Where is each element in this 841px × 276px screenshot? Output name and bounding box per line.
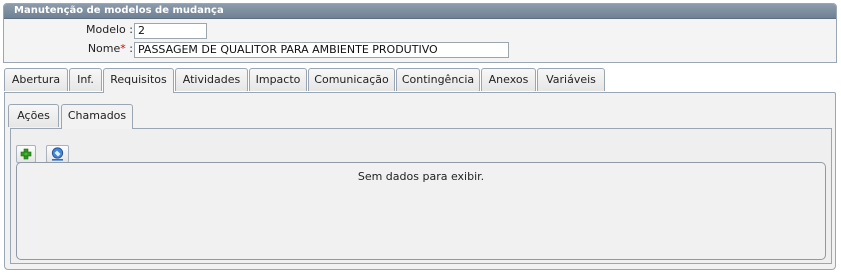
add-icon xyxy=(20,148,32,160)
subtab-acoes[interactable]: Ações xyxy=(8,104,59,127)
panel-title: Manutenção de modelos de mudança xyxy=(4,4,836,19)
tab-comunicacao[interactable]: Comunicação xyxy=(308,68,395,91)
modelo-field[interactable]: 2 xyxy=(134,23,207,39)
tab-inf[interactable]: Inf. xyxy=(69,68,102,91)
empty-grid-message: Sem dados para exibir. xyxy=(357,170,485,183)
tab-impacto[interactable]: Impacto xyxy=(249,68,307,91)
link-icon xyxy=(51,147,64,161)
model-maintenance-panel: Manutenção de modelos de mudança Modelo … xyxy=(3,3,837,63)
nome-field[interactable]: PASSAGEM DE QUALITOR PARA AMBIENTE PRODU… xyxy=(134,42,509,58)
modelo-row: Modelo : xyxy=(4,22,133,38)
tab-atividades[interactable]: Atividades xyxy=(175,68,248,91)
tab-variaveis[interactable]: Variáveis xyxy=(537,68,605,91)
tab-anexos[interactable]: Anexos xyxy=(481,68,536,91)
tickets-grid: Sem dados para exibir. xyxy=(16,162,826,260)
subtab-chamados[interactable]: Chamados xyxy=(61,104,133,129)
tab-contingencia[interactable]: Contingência xyxy=(396,68,480,91)
tab-requisitos[interactable]: Requisitos xyxy=(103,68,174,93)
required-indicator: * xyxy=(120,42,126,55)
tab-abertura[interactable]: Abertura xyxy=(4,68,68,91)
nome-colon: : xyxy=(129,42,133,55)
nome-row: Nome* : xyxy=(4,41,133,57)
nome-label: Nome xyxy=(87,42,121,55)
add-button[interactable] xyxy=(16,145,36,163)
modelo-label: Modelo : xyxy=(86,23,133,36)
link-ticket-button[interactable] xyxy=(46,145,69,163)
nome-label-group: Nome* : xyxy=(88,41,133,57)
